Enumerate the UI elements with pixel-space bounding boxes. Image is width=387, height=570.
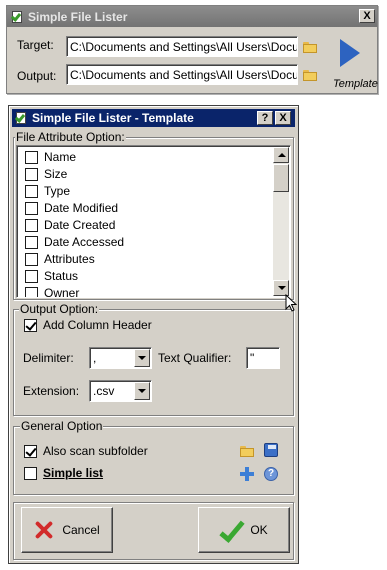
simple-list-checkbox[interactable]: Simple list <box>24 465 103 481</box>
help-button[interactable]: ? <box>257 111 273 125</box>
list-item-label: Attributes <box>44 252 95 266</box>
delimiter-value: , <box>93 351 97 365</box>
list-item-label: Status <box>44 269 79 283</box>
main-window: Simple File Lister X Target: C:\Document… <box>6 5 378 94</box>
checkbox[interactable] <box>25 252 38 266</box>
list-item-label: Date Created <box>44 218 116 232</box>
add-column-header-checkbox[interactable]: Add Column Header <box>24 317 152 333</box>
browse-target-folder-icon[interactable] <box>303 42 317 53</box>
list-item-label: Size <box>44 167 68 181</box>
cancel-label: Cancel <box>62 523 100 537</box>
close-icon: X <box>363 10 371 22</box>
list-item-label: Date Accessed <box>44 235 125 249</box>
also-scan-subfolder-checkbox[interactable]: Also scan subfolder <box>24 443 148 459</box>
checkbox[interactable] <box>25 218 38 232</box>
add-column-header-label: Add Column Header <box>43 318 152 332</box>
simple-list-label: Simple list <box>43 466 104 480</box>
ok-label: OK <box>250 523 268 537</box>
general-option-group-label: General Option <box>20 419 104 433</box>
list-item[interactable]: Owner <box>25 285 80 298</box>
checkbox[interactable] <box>25 167 38 181</box>
list-item-label: Owner <box>44 286 80 298</box>
list-item[interactable]: Name <box>25 149 76 165</box>
list-item[interactable]: Type <box>25 183 70 199</box>
attribute-listbox[interactable]: Name Size Type Date Modified Date Create… <box>16 145 291 298</box>
target-input[interactable]: C:\Documents and Settings\All Users\Docu… <box>66 36 298 57</box>
extension-select[interactable]: .csv <box>89 380 152 402</box>
cancel-x-icon <box>34 520 54 540</box>
chevron-down-icon[interactable] <box>134 382 150 400</box>
output-option-group-label: Output Option: <box>19 302 100 316</box>
list-item[interactable]: Status <box>25 268 78 284</box>
list-item-label: Name <box>44 150 77 164</box>
checkbox[interactable] <box>25 286 38 297</box>
checkbox[interactable] <box>25 150 38 164</box>
add-icon[interactable] <box>240 467 254 481</box>
browse-output-folder-icon[interactable] <box>303 70 317 81</box>
main-titlebar[interactable]: Simple File Lister <box>7 6 377 27</box>
extension-value: .csv <box>93 384 115 398</box>
delimiter-label: Delimiter: <box>23 351 74 365</box>
help-icon: ? <box>261 112 269 124</box>
chevron-down-icon[interactable] <box>134 349 150 367</box>
close-icon: X <box>279 112 287 124</box>
list-scrollbar[interactable] <box>273 147 289 296</box>
help-circle-icon[interactable]: ? <box>264 467 278 481</box>
mouse-cursor-icon <box>285 294 298 312</box>
list-item[interactable]: Date Accessed <box>25 234 124 250</box>
arrow-down-icon <box>278 286 286 290</box>
scroll-up-button[interactable] <box>273 147 289 163</box>
checkbox[interactable] <box>24 466 37 480</box>
text-qualifier-input[interactable]: " <box>246 347 280 369</box>
output-label: Output: <box>17 69 57 83</box>
main-close-button[interactable]: X <box>359 9 375 23</box>
delimiter-select[interactable]: , <box>89 347 152 369</box>
list-item[interactable]: Size <box>25 166 67 182</box>
output-input[interactable]: C:\Documents and Settings\All Users\Docu… <box>66 64 298 85</box>
also-scan-subfolder-label: Also scan subfolder <box>43 444 148 458</box>
arrow-up-icon <box>278 153 286 157</box>
general-option-group <box>13 426 294 495</box>
extension-label: Extension: <box>23 384 80 398</box>
app-icon <box>14 111 28 125</box>
template-dialog: Simple File Lister - Template ? X File A… <box>8 105 299 564</box>
main-window-title: Simple File Lister <box>28 9 128 24</box>
list-item[interactable]: Date Created <box>25 217 115 233</box>
text-qualifier-label: Text Qualifier: <box>158 351 232 365</box>
checkbox[interactable] <box>25 184 38 198</box>
save-template-icon[interactable] <box>264 443 278 457</box>
checkbox[interactable] <box>24 444 37 458</box>
dialog-close-button[interactable]: X <box>275 111 291 125</box>
checkbox[interactable] <box>25 201 38 215</box>
list-item[interactable]: Date Modified <box>25 200 118 216</box>
template-link[interactable]: Template <box>333 78 378 90</box>
app-icon <box>10 10 24 24</box>
cancel-button[interactable]: Cancel <box>21 507 113 553</box>
template-titlebar[interactable]: Simple File Lister - Template <box>12 109 295 127</box>
checkbox[interactable] <box>25 269 38 283</box>
checkbox[interactable] <box>25 235 38 249</box>
checkbox[interactable] <box>24 318 37 332</box>
file-attribute-group-label: File Attribute Option: <box>15 130 126 144</box>
ok-button[interactable]: OK <box>198 507 290 553</box>
play-template-icon[interactable] <box>340 39 360 67</box>
list-item-label: Date Modified <box>44 201 119 215</box>
open-template-folder-icon[interactable] <box>240 446 254 457</box>
template-dialog-title: Simple File Lister - Template <box>32 111 194 125</box>
target-label: Target: <box>17 38 54 52</box>
scroll-thumb[interactable] <box>273 164 289 192</box>
list-item-label: Type <box>44 184 71 198</box>
list-item[interactable]: Attributes <box>25 251 95 267</box>
ok-check-icon <box>220 519 242 541</box>
